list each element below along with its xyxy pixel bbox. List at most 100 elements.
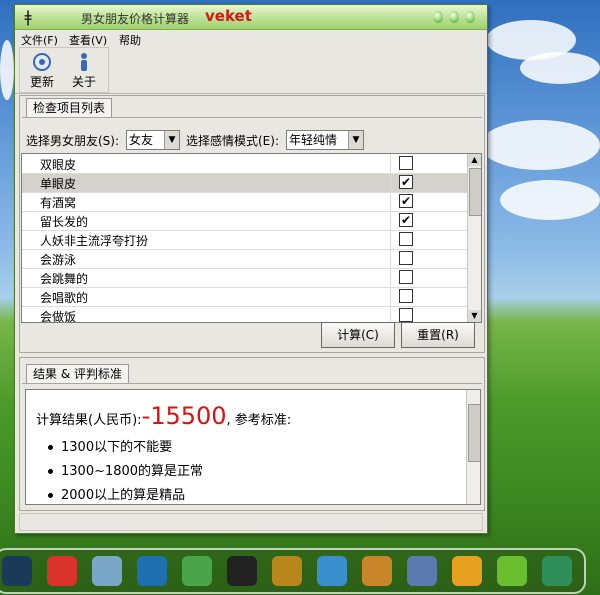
toolbar-separator	[15, 93, 487, 94]
result-scrollbar[interactable]	[466, 390, 480, 504]
app-icon: ǂ	[24, 7, 32, 26]
monitor-icon[interactable]	[2, 556, 32, 586]
list-item-checkbox[interactable]: ✔	[399, 213, 413, 227]
bullet-icon	[48, 493, 53, 498]
refresh-icon	[31, 52, 53, 72]
tab-results[interactable]: 结果 & 评判标准	[26, 364, 129, 383]
list-item[interactable]: 会唱歌的	[22, 287, 467, 307]
list-item[interactable]: 会游泳	[22, 249, 467, 269]
criteria-item: 2000以上的算是精品	[48, 484, 185, 503]
media-player-icon[interactable]	[137, 556, 167, 586]
list-item-checkbox[interactable]	[399, 270, 413, 284]
taskbar	[0, 548, 586, 594]
paint-palette-icon[interactable]	[362, 556, 392, 586]
list-item-checkbox[interactable]: ✔	[399, 175, 413, 189]
list-item[interactable]: 有酒窝 ✔	[22, 192, 467, 212]
list-item-checkbox[interactable]	[399, 156, 413, 170]
title-bar[interactable]: ǂ 男女朋友价格计算器 veket	[15, 5, 487, 30]
list-item-label: 留长发的	[40, 215, 89, 229]
list-item-label: 单眼皮	[40, 177, 77, 191]
menu-view[interactable]: 查看(V)	[69, 32, 107, 48]
scroll-thumb[interactable]	[468, 404, 480, 462]
close-icon[interactable]	[465, 11, 475, 23]
scroll-up-icon[interactable]: ▲	[468, 154, 481, 166]
list-item-label: 会游泳	[40, 253, 77, 267]
image-viewer-icon[interactable]	[317, 556, 347, 586]
chevron-down-icon: ▼	[348, 131, 363, 149]
cloud	[480, 120, 600, 170]
list-item-checkbox[interactable]	[399, 289, 413, 303]
list-item-label: 有酒窝	[40, 196, 77, 210]
maximize-icon[interactable]	[449, 11, 459, 23]
refresh-label: 更新	[29, 75, 54, 89]
mode-select-value: 年轻纯情	[289, 133, 338, 147]
bullet-icon	[48, 445, 53, 450]
calculate-button[interactable]: 计算(C)	[321, 322, 395, 348]
menu-bar: 文件(F) 查看(V) 帮助	[15, 30, 487, 48]
friend-select[interactable]: 女友 ▼	[126, 130, 180, 150]
list-scrollbar[interactable]: ▲ ▼	[467, 154, 481, 322]
bullet-icon	[48, 469, 53, 474]
exit-door-icon[interactable]	[272, 556, 302, 586]
result-prefix: 计算结果(人民币):	[36, 413, 142, 428]
list-item-label: 双眼皮	[40, 158, 77, 172]
tab-check-items[interactable]: 检查项目列表	[26, 98, 113, 117]
list-item-checkbox[interactable]	[399, 232, 413, 246]
scroll-thumb[interactable]	[469, 168, 481, 216]
column-divider	[390, 154, 391, 322]
about-icon	[73, 52, 95, 72]
criteria-item: 1300以下的不能要	[48, 436, 172, 455]
list-item-label: 会唱歌的	[40, 291, 89, 305]
pen-tool-icon[interactable]	[407, 556, 437, 586]
list-item[interactable]: 会做饭	[22, 306, 467, 323]
toolbar: 更新 关于	[19, 47, 109, 93]
window-title: 男女朋友价格计算器	[81, 12, 190, 26]
tab-divider	[22, 383, 482, 384]
notepad-icon[interactable]	[92, 556, 122, 586]
cloud	[0, 40, 14, 100]
list-item[interactable]: 会跳舞的	[22, 268, 467, 288]
list-item-checkbox[interactable]	[399, 251, 413, 265]
menu-file[interactable]: 文件(F)	[21, 32, 58, 48]
menu-help[interactable]: 帮助	[119, 32, 141, 48]
scroll-down-icon[interactable]: ▼	[468, 310, 481, 322]
about-button[interactable]: 关于	[64, 50, 104, 90]
criteria-text: 1300以下的不能要	[61, 440, 173, 455]
camera-icon[interactable]	[542, 556, 572, 586]
users-icon[interactable]	[182, 556, 212, 586]
refresh-button[interactable]: 更新	[22, 50, 62, 90]
list-item-checkbox[interactable]	[399, 308, 413, 322]
qq-penguin-icon[interactable]	[227, 556, 257, 586]
criteria-text: 1300~1800的算是正常	[61, 464, 204, 479]
mode-select[interactable]: 年轻纯情 ▼	[286, 130, 364, 150]
game-icon[interactable]	[452, 556, 482, 586]
friend-select-value: 女友	[129, 133, 154, 147]
minimize-icon[interactable]	[433, 11, 443, 23]
app-window: ǂ 男女朋友价格计算器 veket 文件(F) 查看(V) 帮助 更新 关于 检…	[14, 4, 488, 534]
window-brand: veket	[205, 7, 252, 25]
friend-select-label: 选择男女朋友(S):	[26, 134, 120, 148]
check-item-list[interactable]: 会做饭 会唱歌的 会跳舞的 会游泳 人妖非主流浮夸打扮 留长发的 ✔ 有酒窝 ✔ 单眼皮 ✔ 双眼皮 …	[21, 153, 482, 323]
help-icon[interactable]	[497, 556, 527, 586]
pig-icon[interactable]	[47, 556, 77, 586]
cloud	[500, 180, 600, 220]
chevron-down-icon: ▼	[164, 131, 179, 149]
result-line: 计算结果(人民币):-15500, 参考标准:	[36, 402, 291, 430]
mode-select-label: 选择感情模式(E):	[186, 134, 279, 148]
reset-button[interactable]: 重置(R)	[401, 322, 475, 348]
criteria-item: 1300~1800的算是正常	[48, 460, 203, 479]
criteria-text: 2000以上的算是精品	[61, 488, 186, 503]
list-item-label: 会做饭	[40, 310, 77, 323]
list-item[interactable]: 单眼皮 ✔	[22, 173, 467, 193]
cloud	[520, 52, 600, 84]
status-bar	[19, 513, 483, 531]
list-item-label: 人妖非主流浮夸打扮	[40, 234, 149, 248]
list-item[interactable]: 人妖非主流浮夸打扮	[22, 230, 467, 250]
list-item-label: 会跳舞的	[40, 272, 89, 286]
result-value: -15500	[141, 402, 227, 430]
list-item-checkbox[interactable]: ✔	[399, 194, 413, 208]
about-label: 关于	[71, 75, 96, 89]
result-suffix: , 参考标准:	[226, 413, 292, 428]
list-item[interactable]: 双眼皮	[22, 154, 467, 174]
list-item[interactable]: 留长发的 ✔	[22, 211, 467, 231]
